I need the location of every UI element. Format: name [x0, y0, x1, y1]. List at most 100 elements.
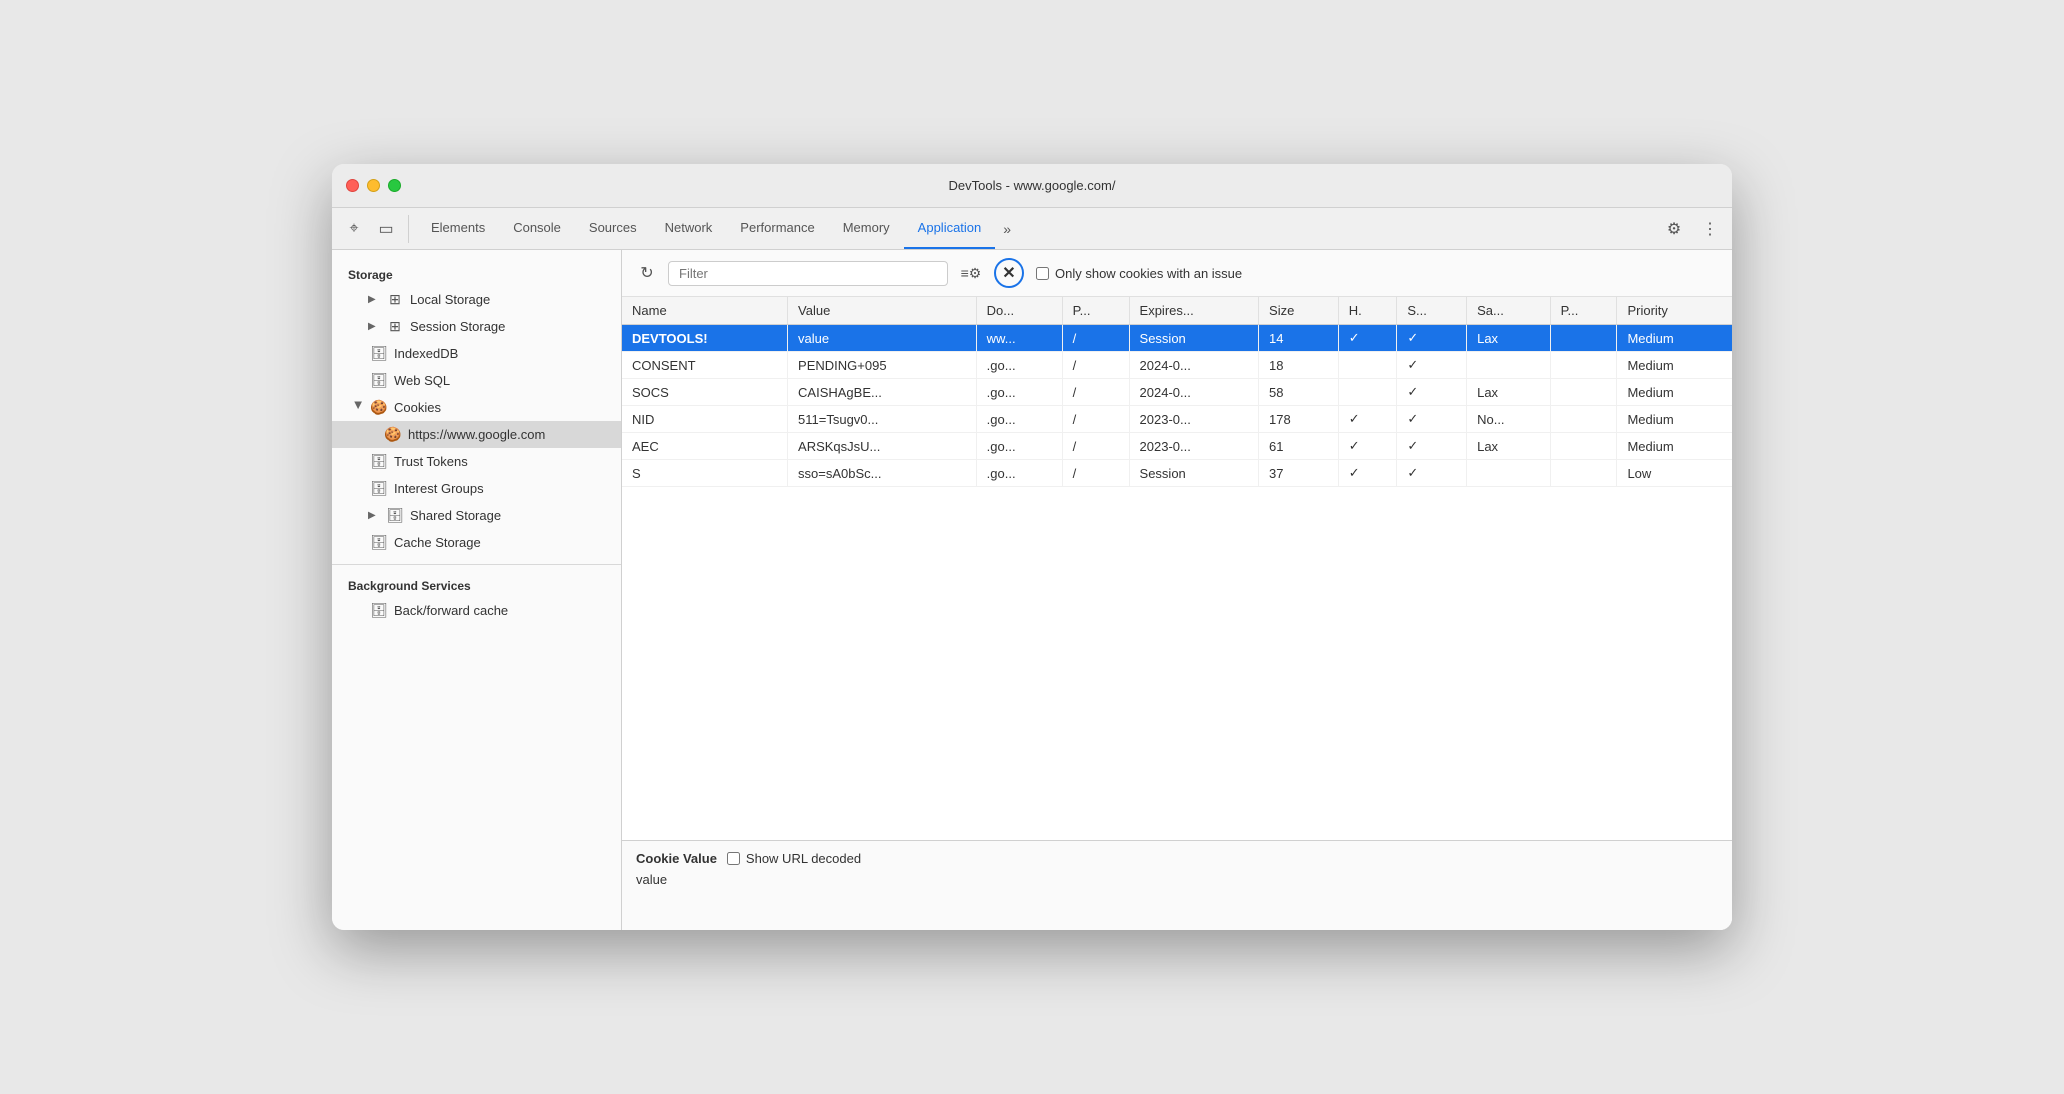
cell-priority: Medium: [1617, 352, 1732, 379]
sidebar-item-cookies[interactable]: ▶ 🍪 Cookies: [332, 394, 621, 421]
tab-application[interactable]: Application: [904, 208, 996, 249]
tab-network[interactable]: Network: [651, 208, 727, 249]
cell-path: /: [1062, 352, 1129, 379]
cell-samesite: [1467, 460, 1550, 487]
clear-filter-button[interactable]: ✕: [994, 258, 1024, 288]
cookies-label: Cookies: [394, 400, 441, 415]
sidebar-item-session-storage[interactable]: ▶ ⊞ Session Storage: [332, 313, 621, 340]
show-url-checkbox[interactable]: [727, 852, 740, 865]
refresh-button[interactable]: ↻: [634, 260, 660, 286]
sidebar: Storage ▶ ⊞ Local Storage ▶ ⊞ Session St…: [332, 250, 622, 930]
bottom-panel: Cookie Value Show URL decoded value: [622, 840, 1732, 930]
cell-httponly: ✓: [1338, 433, 1397, 460]
cell-p: [1550, 460, 1617, 487]
cell-p: [1550, 352, 1617, 379]
cell-path: /: [1062, 325, 1129, 352]
cell-p: [1550, 325, 1617, 352]
toolbar-right: ⚙ ⋮: [1660, 215, 1724, 243]
bottom-panel-header: Cookie Value Show URL decoded: [636, 851, 1718, 866]
maximize-button[interactable]: [388, 179, 401, 192]
window-title: DevTools - www.google.com/: [949, 178, 1116, 193]
sidebar-item-web-sql[interactable]: 🗄 Web SQL: [332, 367, 621, 394]
cell-expires: 2024-0...: [1129, 379, 1259, 406]
cell-path: /: [1062, 433, 1129, 460]
cell-domain: .go...: [976, 352, 1062, 379]
col-value: Value: [788, 297, 977, 325]
issues-filter-wrap: Only show cookies with an issue: [1036, 266, 1242, 281]
cell-secure: ✓: [1397, 406, 1467, 433]
local-storage-icon: ⊞: [386, 291, 404, 308]
cell-samesite: Lax: [1467, 433, 1550, 460]
interest-groups-label: Interest Groups: [394, 481, 484, 496]
back-forward-cache-icon: 🗄: [370, 602, 388, 619]
sidebar-item-interest-groups[interactable]: 🗄 Interest Groups: [332, 475, 621, 502]
cell-size: 18: [1259, 352, 1339, 379]
table-row[interactable]: DEVTOOLS!valueww.../Session14✓✓LaxMedium: [622, 325, 1732, 352]
tab-performance[interactable]: Performance: [726, 208, 828, 249]
sidebar-item-shared-storage[interactable]: ▶ 🗄 Shared Storage: [332, 502, 621, 529]
local-storage-arrow: ▶: [368, 294, 380, 305]
sidebar-item-cookies-google[interactable]: 🍪 https://www.google.com: [332, 421, 621, 448]
cell-domain: ww...: [976, 325, 1062, 352]
tab-list: Elements Console Sources Network Perform…: [417, 208, 1660, 249]
more-options-icon[interactable]: ⋮: [1696, 215, 1724, 243]
device-icon[interactable]: ▭: [372, 215, 400, 243]
cell-expires: Session: [1129, 460, 1259, 487]
col-samesite: Sa...: [1467, 297, 1550, 325]
sidebar-item-indexeddb[interactable]: 🗄 IndexedDB: [332, 340, 621, 367]
cell-value: PENDING+095: [788, 352, 977, 379]
sidebar-item-cache-storage[interactable]: 🗄 Cache Storage: [332, 529, 621, 556]
cell-priority: Medium: [1617, 433, 1732, 460]
table-row[interactable]: CONSENTPENDING+095.go.../2024-0...18✓Med…: [622, 352, 1732, 379]
table-row[interactable]: NID511=Tsugv0....go.../2023-0...178✓✓No.…: [622, 406, 1732, 433]
tab-more[interactable]: »: [995, 208, 1019, 249]
sidebar-item-local-storage[interactable]: ▶ ⊞ Local Storage: [332, 286, 621, 313]
cell-expires: Session: [1129, 325, 1259, 352]
cell-value: sso=sA0bSc...: [788, 460, 977, 487]
col-expires: Expires...: [1129, 297, 1259, 325]
sidebar-item-back-forward-cache[interactable]: 🗄 Back/forward cache: [332, 597, 621, 624]
cell-size: 58: [1259, 379, 1339, 406]
col-size: Size: [1259, 297, 1339, 325]
cell-secure: ✓: [1397, 460, 1467, 487]
col-httponly: H.: [1338, 297, 1397, 325]
tab-sources[interactable]: Sources: [575, 208, 651, 249]
cell-name: AEC: [622, 433, 788, 460]
inspect-icon[interactable]: ⌖: [340, 215, 368, 243]
cell-size: 14: [1259, 325, 1339, 352]
filter-settings-icon[interactable]: ≡⚙: [956, 260, 986, 286]
filter-input-wrap: [668, 261, 948, 286]
table-row[interactable]: AECARSKqsJsU....go.../2023-0...61✓✓LaxMe…: [622, 433, 1732, 460]
tab-elements[interactable]: Elements: [417, 208, 499, 249]
cell-httponly: ✓: [1338, 460, 1397, 487]
toolbar-icons: ⌖ ▭: [340, 215, 409, 243]
issues-filter-checkbox[interactable]: [1036, 267, 1049, 280]
settings-icon[interactable]: ⚙: [1660, 215, 1688, 243]
close-button[interactable]: [346, 179, 359, 192]
indexeddb-icon: 🗄: [370, 345, 388, 362]
col-path: P...: [1062, 297, 1129, 325]
devtools-window: DevTools - www.google.com/ ⌖ ▭ Elements …: [332, 164, 1732, 930]
minimize-button[interactable]: [367, 179, 380, 192]
tab-memory[interactable]: Memory: [829, 208, 904, 249]
cell-value: 511=Tsugv0...: [788, 406, 977, 433]
cookie-table-wrap[interactable]: Name Value Do... P... Expires... Size H.…: [622, 297, 1732, 840]
cell-secure: ✓: [1397, 379, 1467, 406]
cell-secure: ✓: [1397, 433, 1467, 460]
table-row[interactable]: SOCSCAISHAgBE....go.../2024-0...58✓LaxMe…: [622, 379, 1732, 406]
bg-services-label: Background Services: [332, 573, 621, 597]
filter-input[interactable]: [668, 261, 948, 286]
issues-filter-label: Only show cookies with an issue: [1055, 266, 1242, 281]
table-header-row: Name Value Do... P... Expires... Size H.…: [622, 297, 1732, 325]
cell-name: DEVTOOLS!: [622, 325, 788, 352]
session-storage-label: Session Storage: [410, 319, 505, 334]
cookies-icon: 🍪: [370, 399, 388, 416]
sidebar-item-trust-tokens[interactable]: 🗄 Trust Tokens: [332, 448, 621, 475]
trust-tokens-icon: 🗄: [370, 453, 388, 470]
tab-console[interactable]: Console: [499, 208, 575, 249]
table-row[interactable]: Ssso=sA0bSc....go.../Session37✓✓Low: [622, 460, 1732, 487]
interest-groups-icon: 🗄: [370, 480, 388, 497]
cell-size: 37: [1259, 460, 1339, 487]
session-storage-icon: ⊞: [386, 318, 404, 335]
local-storage-label: Local Storage: [410, 292, 490, 307]
